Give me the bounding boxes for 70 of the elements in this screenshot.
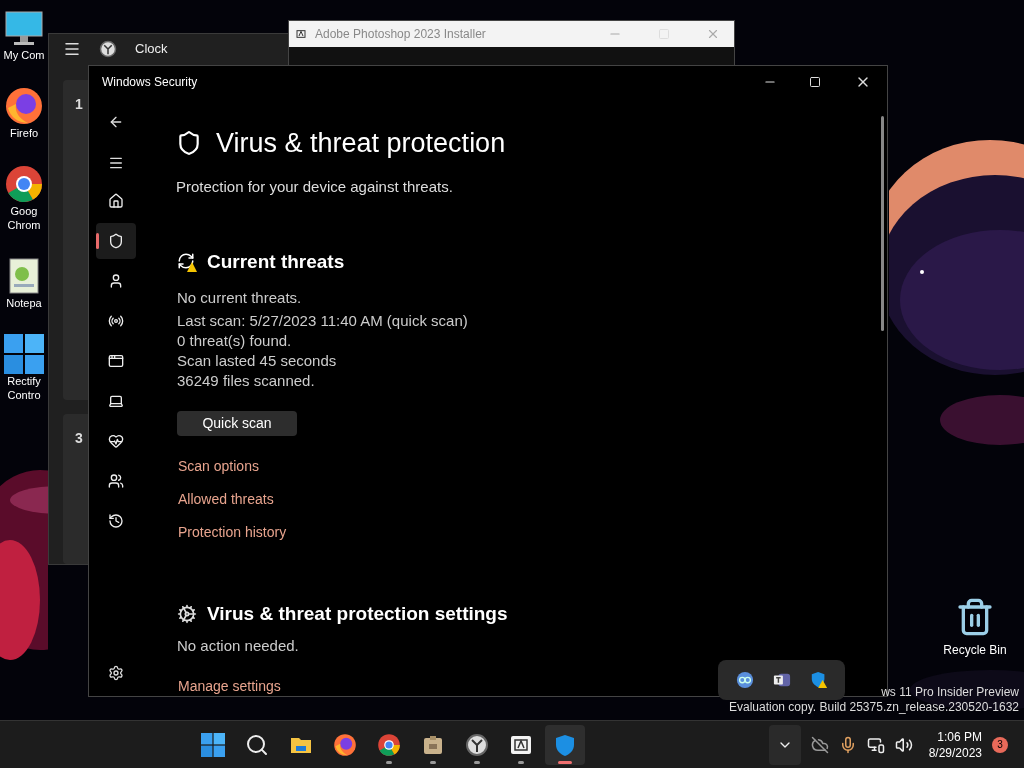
account-icon bbox=[108, 273, 124, 289]
clock-date[interactable]: 8/29/2023 bbox=[928, 744, 982, 761]
browser-icon bbox=[333, 732, 358, 757]
browser-icon bbox=[4, 86, 44, 126]
settings-check-icon bbox=[177, 603, 197, 624]
clock-icon bbox=[99, 40, 117, 58]
page-subtitle: Protection for your device against threats. bbox=[176, 176, 454, 197]
desktop-icon-label[interactable]: Rectify bbox=[7, 374, 41, 388]
windows-logo-icon bbox=[4, 334, 44, 374]
build-info-text: Evaluation copy. Build 25375.zn_release.230520-1632 bbox=[729, 700, 1019, 715]
desktop-icon-label[interactable]: Contro bbox=[7, 388, 41, 402]
section-title: Current threats bbox=[207, 250, 345, 274]
clock-time[interactable]: 1:06 PM bbox=[937, 728, 982, 745]
app-icon bbox=[108, 353, 124, 369]
threat-status: No current threats. bbox=[177, 287, 303, 308]
link[interactable]: Allowed threats bbox=[178, 488, 274, 509]
cloud-off-icon[interactable] bbox=[810, 735, 829, 754]
teams-icon bbox=[772, 671, 791, 689]
window-title: Adobe Photoshop 2023 Installer bbox=[315, 26, 487, 43]
network-icon bbox=[108, 313, 124, 329]
section-title: Virus & threat protection settings bbox=[207, 601, 508, 626]
desktop-icon-label[interactable]: Firefo bbox=[9, 126, 39, 140]
menu-icon bbox=[108, 155, 124, 171]
volume-icon[interactable] bbox=[894, 735, 913, 754]
home-icon bbox=[108, 193, 124, 209]
timer-card[interactable]: 1 bbox=[63, 80, 88, 400]
scan-detail: 36249 files scanned. bbox=[177, 370, 316, 391]
link[interactable]: Manage settings bbox=[178, 676, 877, 696]
scan-detail: Scan lasted 45 seconds bbox=[177, 350, 338, 371]
quick-scan-button[interactable]: Quick scan bbox=[177, 410, 297, 436]
tray-overflow-button[interactable] bbox=[768, 724, 801, 765]
health-icon bbox=[108, 433, 124, 449]
family-icon bbox=[108, 473, 124, 489]
build-info-text: ws 11 Pro Insider Preview bbox=[881, 685, 1019, 700]
clock-icon bbox=[465, 732, 490, 757]
desktop-icon-label[interactable]: Notepa bbox=[6, 296, 42, 310]
shield-icon bbox=[108, 233, 124, 249]
link[interactable]: Protection history bbox=[178, 521, 287, 542]
shield-icon bbox=[176, 130, 202, 157]
monitor-icon bbox=[4, 8, 44, 48]
notification-count[interactable]: 3 bbox=[992, 736, 1008, 753]
timer-title: 1 bbox=[75, 96, 83, 112]
scan-warning-icon bbox=[177, 252, 197, 273]
shield-warning-icon bbox=[809, 671, 828, 689]
scrollbar-thumb[interactable] bbox=[880, 116, 884, 331]
timer-title: 3 bbox=[75, 430, 83, 446]
network-icon[interactable] bbox=[866, 735, 885, 754]
meeting-icon bbox=[735, 671, 754, 689]
windows-logo-icon bbox=[201, 732, 226, 757]
device-icon bbox=[108, 393, 124, 409]
window-title: Windows Security bbox=[102, 74, 199, 91]
browser-icon bbox=[4, 164, 44, 204]
settings-icon bbox=[108, 665, 124, 681]
history-icon bbox=[108, 513, 124, 529]
page-heading: Virus & threat protection bbox=[216, 127, 506, 160]
desktop-icon-label[interactable]: Chrom bbox=[7, 218, 41, 232]
desktop-icon-label[interactable]: Goog bbox=[10, 204, 38, 218]
menu-icon[interactable] bbox=[63, 40, 81, 58]
maximize-icon[interactable] bbox=[809, 76, 821, 88]
link[interactable]: Scan options bbox=[178, 455, 259, 476]
scan-detail: Last scan: 5/27/2023 11:40 AM (quick scan) bbox=[177, 310, 469, 331]
timer-card[interactable]: 3 bbox=[63, 414, 88, 564]
settings-status: No action needed. bbox=[177, 636, 300, 656]
scan-detail: 0 threat(s) found. bbox=[177, 330, 293, 351]
window-title: Clock bbox=[135, 40, 168, 59]
desktop-icon-label[interactable]: Recycle Bin bbox=[943, 641, 1007, 659]
nav-item[interactable] bbox=[96, 223, 136, 259]
browser-icon bbox=[377, 732, 402, 757]
search-icon bbox=[245, 732, 270, 757]
desktop-icon-label[interactable]: My Com bbox=[3, 48, 45, 62]
